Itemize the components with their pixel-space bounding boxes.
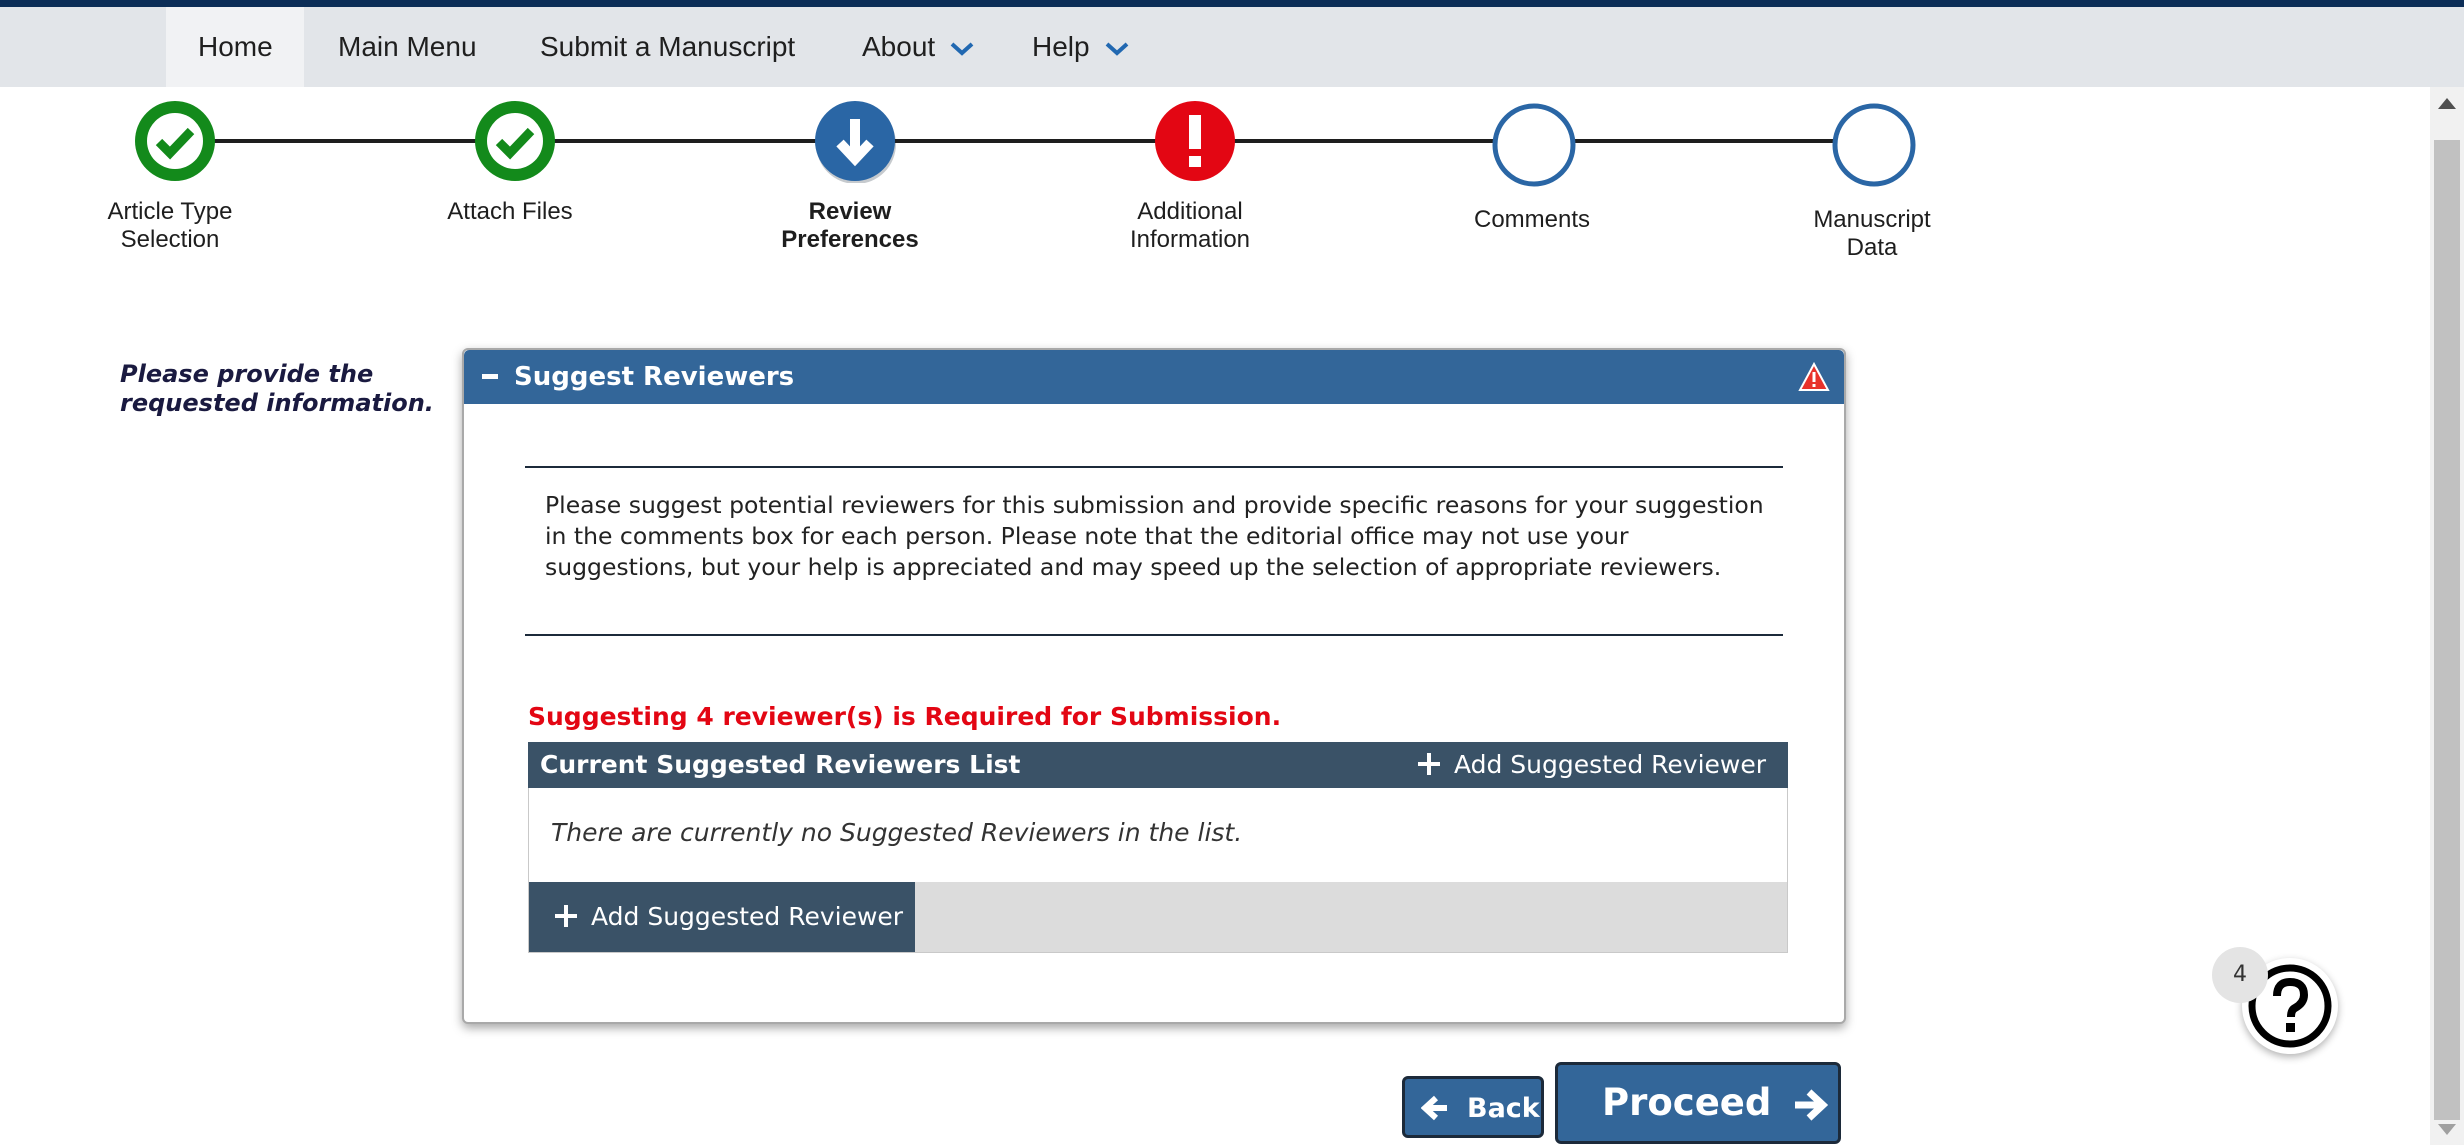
- back-label: Back: [1467, 1093, 1540, 1124]
- empty-circle-icon: [1492, 103, 1576, 187]
- step-label-additional-information: Additional Information: [1129, 198, 1251, 253]
- collapse-icon[interactable]: [482, 374, 498, 379]
- step-label-attach-files: Attach Files: [447, 198, 573, 225]
- panel-title: Suggest Reviewers: [514, 362, 795, 392]
- reviewers-list-body: There are currently no Suggested Reviewe…: [528, 788, 1788, 883]
- nav-submit-manuscript-label: Submit a Manuscript: [540, 31, 796, 62]
- plus-icon: [1417, 753, 1440, 775]
- empty-circle-icon: [1832, 103, 1916, 187]
- top-accent-bar: [0, 0, 2464, 7]
- chevron-down-icon: [950, 42, 974, 56]
- plus-icon: [555, 905, 577, 927]
- scroll-down-icon[interactable]: [2438, 1124, 2456, 1135]
- nav-home[interactable]: Home: [166, 7, 304, 87]
- proceed-label: Proceed: [1602, 1081, 1772, 1124]
- add-reviewer-label: Add Suggested Reviewer: [1453, 750, 1766, 779]
- exclamation-icon: [1155, 101, 1235, 181]
- nav-submit-manuscript[interactable]: Submit a Manuscript: [540, 7, 795, 87]
- add-reviewer-label: Add Suggested Reviewer: [591, 902, 904, 931]
- nav-main-menu-label: Main Menu: [338, 31, 477, 62]
- step-review-preferences[interactable]: [815, 101, 896, 183]
- step-attach-files[interactable]: [475, 101, 555, 181]
- required-message: Suggesting 4 reviewer(s) is Required for…: [528, 702, 1282, 731]
- arrow-down-icon: [815, 101, 896, 183]
- arrow-right-icon: [1795, 1089, 1828, 1121]
- divider-top: [525, 466, 1783, 468]
- step-article-type[interactable]: [135, 101, 215, 181]
- scroll-up-icon[interactable]: [2438, 98, 2456, 109]
- check-icon: [475, 101, 555, 181]
- help-badge-count: 4: [2212, 947, 2268, 1003]
- side-note: Please provide the requested information…: [120, 360, 434, 417]
- nav-about[interactable]: About: [862, 7, 975, 87]
- step-label-article-type: Article Type Selection: [107, 198, 233, 253]
- proceed-button[interactable]: Proceed: [1555, 1062, 1841, 1144]
- warning-icon: [1798, 362, 1830, 391]
- divider-bottom: [525, 634, 1783, 636]
- step-label-comments: Comments: [1473, 206, 1591, 233]
- reviewers-list-footer: Add Suggested Reviewer: [528, 882, 1788, 953]
- arrow-left-icon: [1421, 1095, 1447, 1121]
- nav-help[interactable]: Help: [1032, 7, 1130, 87]
- scrollbar-thumb[interactable]: [2434, 140, 2460, 1120]
- reviewers-list-header: Current Suggested Reviewers List Add Sug…: [528, 742, 1788, 788]
- progress-line: [176, 139, 1874, 143]
- instructions-text: Please suggest potential reviewers for t…: [545, 491, 1764, 581]
- add-suggested-reviewer-header-button[interactable]: Add Suggested Reviewer: [1417, 742, 1766, 788]
- step-label-manuscript-data: Manuscript Data: [1813, 206, 1931, 261]
- add-suggested-reviewer-button[interactable]: Add Suggested Reviewer: [529, 882, 915, 952]
- step-manuscript-data[interactable]: [1832, 103, 1916, 187]
- step-label-review-preferences: Review Preferences: [781, 198, 919, 253]
- panel-header[interactable]: Suggest Reviewers: [464, 350, 1844, 404]
- suggest-reviewers-panel: Suggest Reviewers Please suggest potenti…: [462, 348, 1846, 1024]
- empty-list-message: There are currently no Suggested Reviewe…: [551, 818, 1243, 847]
- nav-about-label: About: [862, 31, 936, 62]
- step-comments[interactable]: [1492, 103, 1576, 187]
- check-icon: [135, 101, 215, 181]
- chevron-down-icon: [1105, 42, 1128, 56]
- step-additional-information[interactable]: [1155, 101, 1235, 181]
- nav-main-menu[interactable]: Main Menu: [338, 7, 477, 87]
- list-title: Current Suggested Reviewers List: [540, 750, 1021, 779]
- back-button[interactable]: Back: [1402, 1076, 1544, 1138]
- nav-home-label: Home: [198, 31, 273, 62]
- nav-help-label: Help: [1032, 31, 1090, 62]
